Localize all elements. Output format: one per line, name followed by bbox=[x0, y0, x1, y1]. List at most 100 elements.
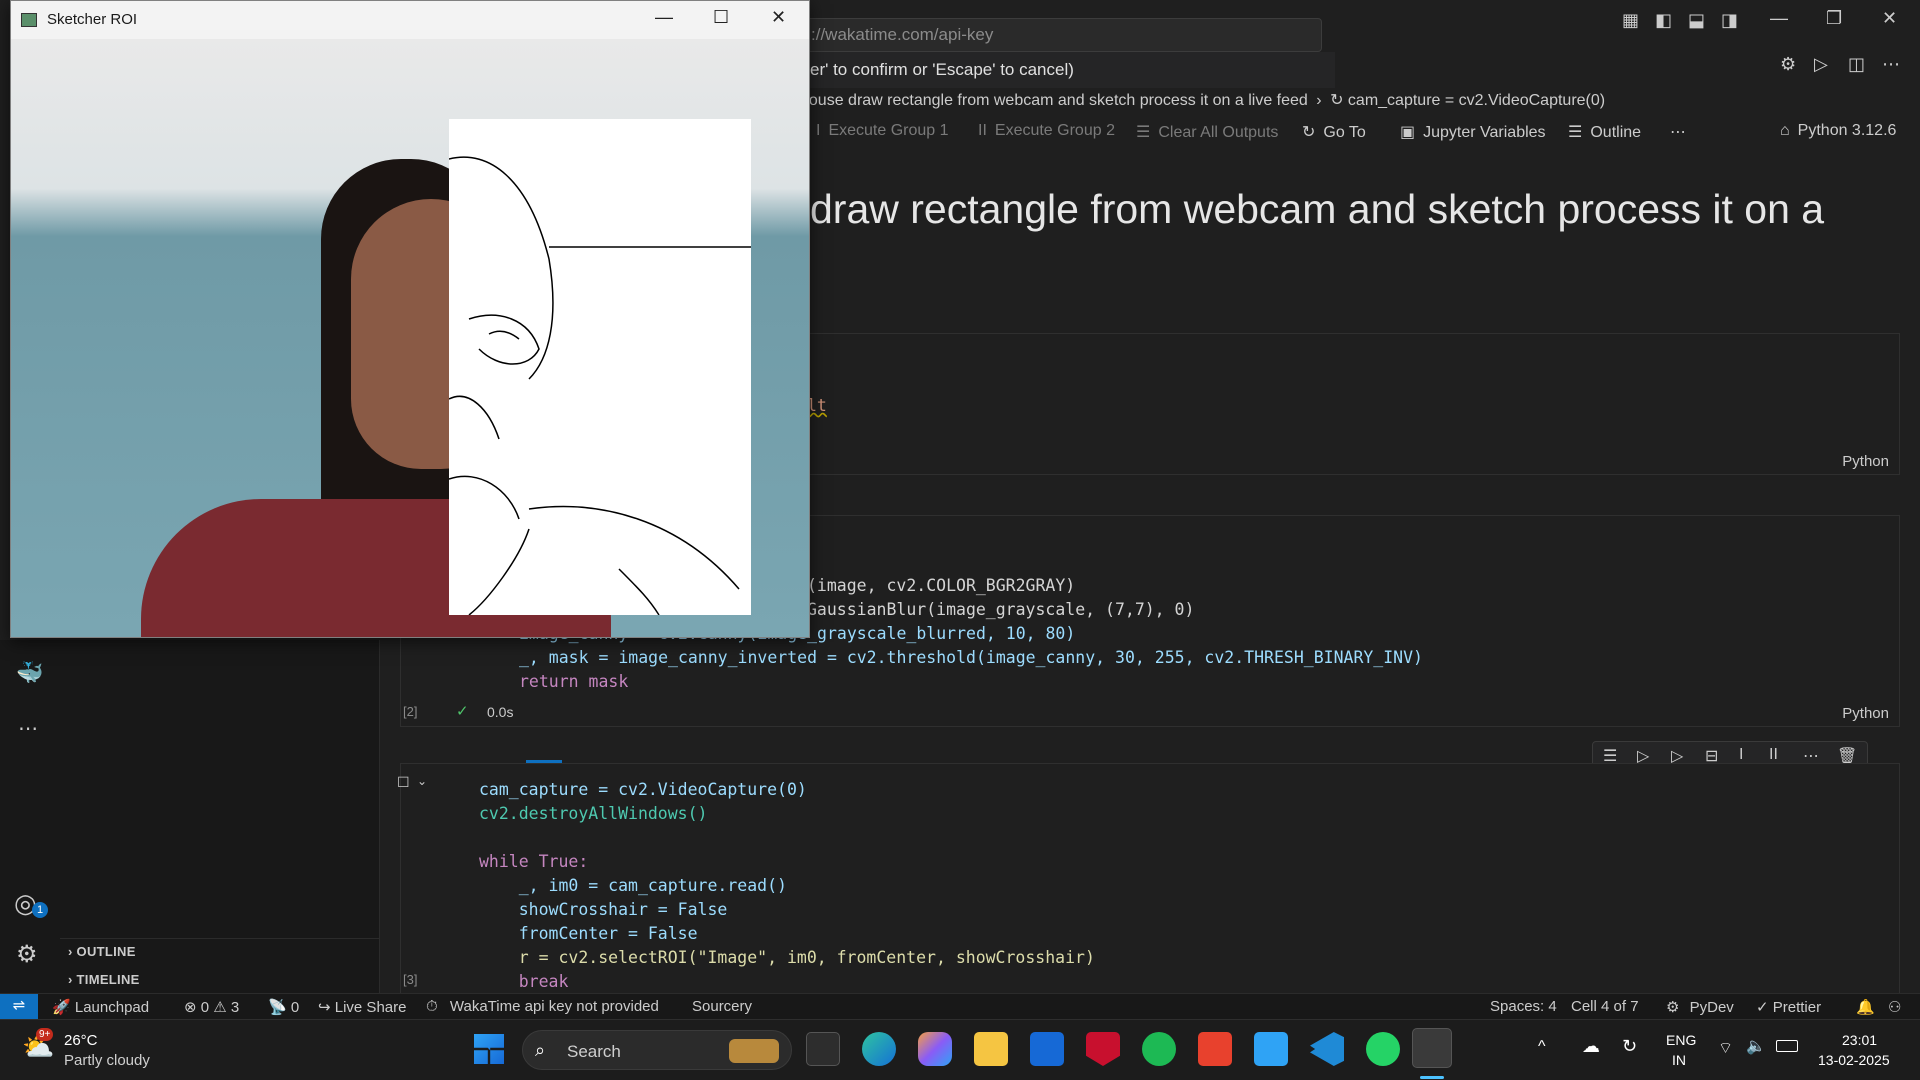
timeline-section[interactable]: › TIMELINE bbox=[68, 972, 140, 987]
sketcher-roi-window[interactable]: Sketcher ROI — ☐ ✕ bbox=[10, 0, 810, 638]
notebook-cell-3[interactable]: ☐ ⌄ cam_capture = cv2.VideoCapture(0) cv… bbox=[397, 763, 1900, 993]
spotify-icon[interactable] bbox=[1142, 1032, 1176, 1066]
code-line: r = cv2.selectROI("Image", im0, fromCent… bbox=[479, 948, 1095, 967]
collapse-chevron-icon[interactable]: ⌄ bbox=[417, 774, 427, 788]
python-sketcher-icon[interactable] bbox=[1412, 1028, 1452, 1068]
run-icon[interactable]: ▷ bbox=[1814, 54, 1828, 75]
split-editor-icon[interactable]: ◫ bbox=[1848, 54, 1865, 75]
windows-taskbar: ⛅ 9+ 26°C Partly cloudy ⌕ Search ^ ☁ ↻ E… bbox=[0, 1019, 1920, 1080]
webcam-feed[interactable] bbox=[11, 39, 809, 637]
code-line: return mask bbox=[519, 672, 629, 691]
minimize-icon[interactable]: — bbox=[655, 7, 673, 28]
file-explorer-icon[interactable] bbox=[974, 1032, 1008, 1066]
docker-icon[interactable]: 🐳 bbox=[16, 660, 43, 686]
notebook-toolbar: I Execute Group 1 II Execute Group 2 ☰ Clea… bbox=[800, 118, 1920, 148]
code-line: cv2.destroyAllWindows() bbox=[479, 804, 708, 823]
cell-select-checkbox[interactable]: ☐ bbox=[397, 774, 410, 791]
sketch-overlay bbox=[448, 119, 751, 616]
sync-icon[interactable]: ↻ bbox=[1622, 1036, 1637, 1057]
execute-group-all-icon[interactable]: II bbox=[1769, 746, 1778, 764]
code-line: (image, cv2.COLOR_BGR2GRAY) bbox=[807, 576, 1076, 595]
volume-icon[interactable]: 🔈 bbox=[1746, 1036, 1766, 1056]
code-line: fromCenter = False bbox=[479, 924, 698, 943]
sidebar: › OUTLINE › TIMELINE bbox=[60, 640, 380, 1000]
accounts-badge: 1 bbox=[32, 902, 48, 918]
outline-button[interactable]: ☰ Outline bbox=[1568, 122, 1641, 142]
cell-position-item[interactable]: Cell 4 of 7 bbox=[1571, 998, 1639, 1015]
prettier-item[interactable]: ✓ Prettier bbox=[1756, 998, 1821, 1016]
code-line: break bbox=[479, 972, 569, 991]
maximize-icon[interactable]: ☐ bbox=[713, 7, 729, 28]
breadcrumb-cell[interactable]: cam_capture = cv2.VideoCapture(0) bbox=[1348, 92, 1605, 109]
notifications-bell-icon[interactable]: 🔔 bbox=[1856, 998, 1875, 1016]
live-share-item[interactable]: ↪ Live Share bbox=[318, 998, 406, 1016]
restore-icon[interactable]: ❐ bbox=[1826, 8, 1842, 29]
copilot-icon[interactable] bbox=[918, 1032, 952, 1066]
chevron-right-icon: › bbox=[1316, 92, 1322, 109]
remote-indicator[interactable]: ⇌ bbox=[0, 994, 38, 1020]
toolbar-more-icon[interactable]: ⋯ bbox=[1670, 122, 1686, 142]
wakatime-item[interactable]: ⏱ WakaTime api key not provided bbox=[426, 998, 659, 1015]
command-palette-input[interactable]: ://wakatime.com/api-key bbox=[800, 18, 1322, 52]
go-to-button[interactable]: ↻ Go To bbox=[1302, 122, 1366, 142]
code-line: _, im0 = cam_capture.read() bbox=[479, 876, 787, 895]
manage-gear-icon[interactable]: ⚙ bbox=[16, 940, 38, 969]
toggle-secondary-sidebar-icon[interactable]: ◨ bbox=[1721, 10, 1738, 31]
more-actions-icon[interactable]: ⋯ bbox=[1882, 54, 1900, 75]
clear-all-outputs-button[interactable]: ☰ Clear All Outputs bbox=[1136, 122, 1278, 142]
onedrive-icon[interactable]: ☁ bbox=[1582, 1036, 1600, 1057]
task-view-icon[interactable] bbox=[806, 1032, 840, 1066]
execute-group-1-button[interactable]: I Execute Group 1 bbox=[816, 122, 949, 140]
jupyter-variables-button[interactable]: ▣ Jupyter Variables bbox=[1400, 122, 1546, 142]
status-bar: ⇌ 🚀 Launchpad ⊗ 0 ⚠ 3 📡 0 ↪ Live Share ⏱… bbox=[0, 993, 1920, 1020]
clock-date[interactable]: 13-02-2025 bbox=[1818, 1052, 1890, 1068]
kernel-picker[interactable]: ⌂ Python 3.12.6 bbox=[1780, 122, 1896, 140]
anydesk-icon[interactable] bbox=[1198, 1032, 1232, 1066]
active-app-indicator bbox=[1420, 1076, 1444, 1079]
execute-group-icon[interactable]: I bbox=[1739, 746, 1743, 764]
layout-customize-icon[interactable]: ▦ bbox=[1622, 10, 1639, 31]
start-windows-icon[interactable] bbox=[474, 1034, 504, 1064]
clock-time[interactable]: 23:01 bbox=[1842, 1032, 1877, 1048]
toggle-sidebar-icon[interactable]: ◧ bbox=[1655, 10, 1672, 31]
code-line: _, mask = image_canny_inverted = cv2.thr… bbox=[519, 648, 1423, 667]
breadcrumb-file[interactable]: house draw rectangle from webcam and ske… bbox=[800, 92, 1308, 109]
copilot-icon[interactable]: ⚇ bbox=[1888, 998, 1901, 1016]
mcafee-icon[interactable] bbox=[1086, 1032, 1120, 1066]
microsoft-store-icon[interactable] bbox=[1030, 1032, 1064, 1066]
edge-icon[interactable] bbox=[862, 1032, 896, 1066]
weather-desc[interactable]: Partly cloudy bbox=[64, 1052, 150, 1069]
cell-language[interactable]: Python bbox=[1842, 705, 1889, 722]
close-icon[interactable]: ✕ bbox=[771, 7, 786, 28]
code-line: showCrosshair = False bbox=[479, 900, 728, 919]
launchpad-item[interactable]: 🚀 Launchpad bbox=[52, 998, 149, 1016]
battery-icon[interactable] bbox=[1776, 1040, 1798, 1052]
language-bottom[interactable]: IN bbox=[1672, 1052, 1686, 1068]
sketch-lines bbox=[448, 156, 751, 616]
close-icon[interactable]: ✕ bbox=[1882, 8, 1897, 29]
ports-item[interactable]: 📡 0 bbox=[268, 998, 299, 1016]
more-views-icon[interactable]: ⋯ bbox=[18, 716, 38, 741]
minimize-icon[interactable]: — bbox=[1770, 8, 1788, 29]
wifi-icon[interactable]: ⌔ bbox=[1718, 1038, 1733, 1058]
spaces-item[interactable]: Spaces: 4 bbox=[1490, 998, 1557, 1015]
toggle-panel-icon[interactable]: ⬓ bbox=[1688, 10, 1705, 31]
weather-temp[interactable]: 26°C bbox=[64, 1032, 98, 1049]
execute-group-2-button[interactable]: II Execute Group 2 bbox=[978, 122, 1115, 140]
search-placeholder: Search bbox=[567, 1042, 621, 1061]
outline-section[interactable]: › OUTLINE bbox=[68, 944, 136, 959]
taskbar-search-box[interactable]: ⌕ Search bbox=[522, 1030, 792, 1070]
tray-chevron-icon[interactable]: ^ bbox=[1538, 1038, 1546, 1056]
whatsapp-icon[interactable] bbox=[1366, 1032, 1400, 1066]
weather-badge: 9+ bbox=[36, 1028, 54, 1041]
execution-count: [3] bbox=[403, 972, 418, 987]
breadcrumb: house draw rectangle from webcam and ske… bbox=[800, 90, 1605, 116]
cell-language[interactable]: Python bbox=[1842, 453, 1889, 470]
sourcery-item[interactable]: Sourcery bbox=[692, 998, 752, 1015]
vscode-icon[interactable] bbox=[1310, 1032, 1344, 1066]
problems-item[interactable]: ⊗ 0 ⚠ 3 bbox=[184, 998, 239, 1016]
notepad-icon[interactable] bbox=[1254, 1032, 1288, 1066]
pydev-item[interactable]: ⚙ PyDev bbox=[1666, 998, 1734, 1016]
settings-gear-icon[interactable]: ⚙ bbox=[1780, 54, 1796, 75]
language-top[interactable]: ENG bbox=[1666, 1032, 1696, 1048]
